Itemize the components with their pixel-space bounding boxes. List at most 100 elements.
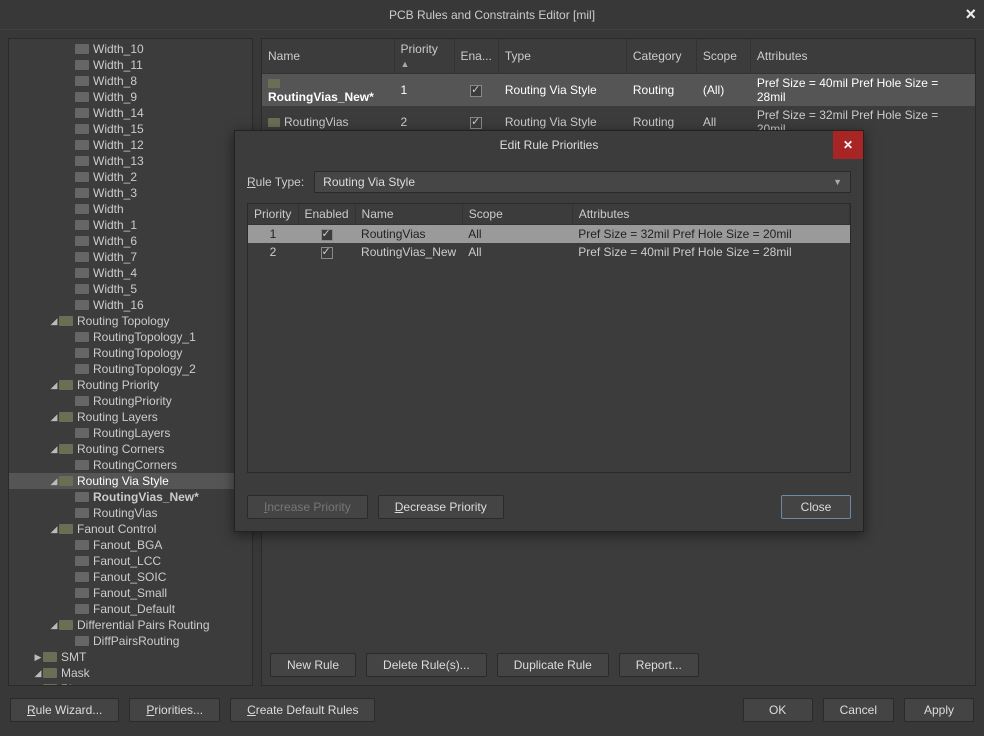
tree-item[interactable]: ▶SMT xyxy=(9,649,252,665)
new-rule-button[interactable]: New Rule xyxy=(270,653,356,677)
chevron-down-icon[interactable]: ◢ xyxy=(49,620,59,631)
dialog-close-button[interactable]: ✕ xyxy=(833,131,863,159)
column-header[interactable]: Enabled xyxy=(298,204,355,225)
tree-item[interactable]: Width_7 xyxy=(9,249,252,265)
tree-item-label: Fanout_Small xyxy=(93,586,167,600)
rule-icon xyxy=(75,460,89,470)
tree-item-label: Fanout_SOIC xyxy=(93,570,166,584)
report-button[interactable]: Report... xyxy=(619,653,699,677)
chevron-down-icon[interactable]: ◢ xyxy=(49,476,59,487)
tree-item[interactable]: Width_16 xyxy=(9,297,252,313)
cancel-button[interactable]: Cancel xyxy=(823,698,894,722)
rule-icon xyxy=(75,268,89,278)
tree-item[interactable]: Fanout_LCC xyxy=(9,553,252,569)
tree-item[interactable]: RoutingTopology_1 xyxy=(9,329,252,345)
tree-item[interactable]: ◢Routing Layers xyxy=(9,409,252,425)
column-header[interactable]: Ena... xyxy=(454,39,498,74)
create-default-rules-button[interactable]: Create Default Rules xyxy=(230,698,375,722)
tree-item[interactable]: ◢ Differential Pairs Routing xyxy=(9,617,252,633)
tree-item[interactable]: ◢Fanout Control xyxy=(9,521,252,537)
apply-button[interactable]: Apply xyxy=(904,698,974,722)
tree-item[interactable]: Width_6 xyxy=(9,233,252,249)
tree-item[interactable]: Width_14 xyxy=(9,105,252,121)
tree-item[interactable]: Width_9 xyxy=(9,89,252,105)
dialog-titlebar[interactable]: Edit Rule Priorities ✕ xyxy=(235,131,863,159)
column-header[interactable]: Name xyxy=(262,39,394,74)
column-header[interactable]: Scope xyxy=(462,204,572,225)
tree-item[interactable]: Width_10 xyxy=(9,41,252,57)
table-row[interactable]: 1RoutingViasAllPref Size = 32mil Pref Ho… xyxy=(248,225,850,244)
tree-item[interactable]: Fanout_Default xyxy=(9,601,252,617)
tree-item[interactable]: Width_8 xyxy=(9,73,252,89)
rule-wizard-button[interactable]: Rule Wizard... xyxy=(10,698,119,722)
dialog-close-ok-button[interactable]: Close xyxy=(781,495,851,519)
tree-item[interactable]: Width_1 xyxy=(9,217,252,233)
chevron-down-icon[interactable]: ◢ xyxy=(49,444,59,455)
column-header[interactable]: Attributes xyxy=(750,39,974,74)
chevron-down-icon[interactable]: ◢ xyxy=(33,668,43,679)
priority-table[interactable]: PriorityEnabledNameScopeAttributes 1Rout… xyxy=(248,204,850,261)
tree-panel[interactable]: Width_10Width_11Width_8Width_9Width_14Wi… xyxy=(8,38,253,686)
tree-item[interactable]: Fanout_BGA xyxy=(9,537,252,553)
enabled-checkbox[interactable] xyxy=(470,117,482,129)
duplicate-rule-button[interactable]: Duplicate Rule xyxy=(497,653,609,677)
tree-item[interactable]: DiffPairsRouting xyxy=(9,633,252,649)
rule-icon xyxy=(75,332,89,342)
chevron-down-icon[interactable]: ◢ xyxy=(49,412,59,423)
column-header[interactable]: Type xyxy=(498,39,626,74)
tree-item[interactable]: ◢Mask xyxy=(9,665,252,681)
tree-item[interactable]: Width_5 xyxy=(9,281,252,297)
chevron-down-icon[interactable]: ◢ xyxy=(49,380,59,391)
chevron-right-icon[interactable]: ▶ xyxy=(33,652,43,663)
enabled-checkbox[interactable] xyxy=(470,85,482,97)
tree-item[interactable]: Width_11 xyxy=(9,57,252,73)
increase-priority-button[interactable]: Increase Priority xyxy=(247,495,368,519)
tree-item[interactable]: RoutingVias_New* xyxy=(9,489,252,505)
tree-item[interactable]: ◢Routing Corners xyxy=(9,441,252,457)
table-row[interactable]: 2RoutingVias_NewAllPref Size = 40mil Pre… xyxy=(248,243,850,261)
enabled-checkbox[interactable] xyxy=(321,247,333,259)
column-header[interactable]: Scope xyxy=(696,39,750,74)
rule-icon xyxy=(75,108,89,118)
column-header[interactable]: Name xyxy=(355,204,462,225)
tree-item[interactable]: RoutingVias xyxy=(9,505,252,521)
rule-type-value: Routing Via Style xyxy=(323,175,415,189)
rules-grid[interactable]: NamePriorityEna...TypeCategoryScopeAttri… xyxy=(262,39,975,138)
ok-button[interactable]: OK xyxy=(743,698,813,722)
tree-item[interactable]: RoutingTopology xyxy=(9,345,252,361)
chevron-right-icon[interactable]: ▶ xyxy=(33,684,43,687)
delete-rule-button[interactable]: Delete Rule(s)... xyxy=(366,653,487,677)
tree-item[interactable]: Width_4 xyxy=(9,265,252,281)
rule-type-combo[interactable]: Routing Via Style xyxy=(314,171,851,193)
tree-item[interactable]: ◢Routing Via Style xyxy=(9,473,252,489)
tree-item[interactable]: Width_15 xyxy=(9,121,252,137)
decrease-priority-button[interactable]: Decrease Priority xyxy=(378,495,504,519)
chevron-down-icon[interactable]: ◢ xyxy=(49,316,59,327)
tree-item[interactable]: ◢Routing Priority xyxy=(9,377,252,393)
column-header[interactable]: Priority xyxy=(394,39,454,74)
dialog-title: Edit Rule Priorities xyxy=(500,138,599,152)
tree-item[interactable]: RoutingLayers xyxy=(9,425,252,441)
tree-item[interactable]: Width xyxy=(9,201,252,217)
rule-icon xyxy=(59,412,73,422)
tree-item[interactable]: ◢Routing Topology xyxy=(9,313,252,329)
close-icon[interactable]: × xyxy=(965,4,976,25)
tree-item[interactable]: RoutingCorners xyxy=(9,457,252,473)
tree-item[interactable]: Width_3 xyxy=(9,185,252,201)
column-header[interactable]: Priority xyxy=(248,204,298,225)
tree-item-label: Differential Pairs Routing xyxy=(77,618,210,632)
table-row[interactable]: RoutingVias_New*1Routing Via StyleRoutin… xyxy=(262,74,975,107)
tree-item[interactable]: Width_12 xyxy=(9,137,252,153)
tree-item[interactable]: Width_2 xyxy=(9,169,252,185)
tree-item[interactable]: RoutingTopology_2 xyxy=(9,361,252,377)
column-header[interactable]: Category xyxy=(626,39,696,74)
tree-item[interactable]: RoutingPriority xyxy=(9,393,252,409)
tree-item[interactable]: Fanout_SOIC xyxy=(9,569,252,585)
priorities-button[interactable]: Priorities... xyxy=(129,698,220,722)
tree-item[interactable]: Fanout_Small xyxy=(9,585,252,601)
chevron-down-icon[interactable]: ◢ xyxy=(49,524,59,535)
column-header[interactable]: Attributes xyxy=(572,204,849,225)
tree-item[interactable]: Width_13 xyxy=(9,153,252,169)
tree-item[interactable]: ▶Plane xyxy=(9,681,252,686)
enabled-checkbox[interactable] xyxy=(321,229,333,241)
